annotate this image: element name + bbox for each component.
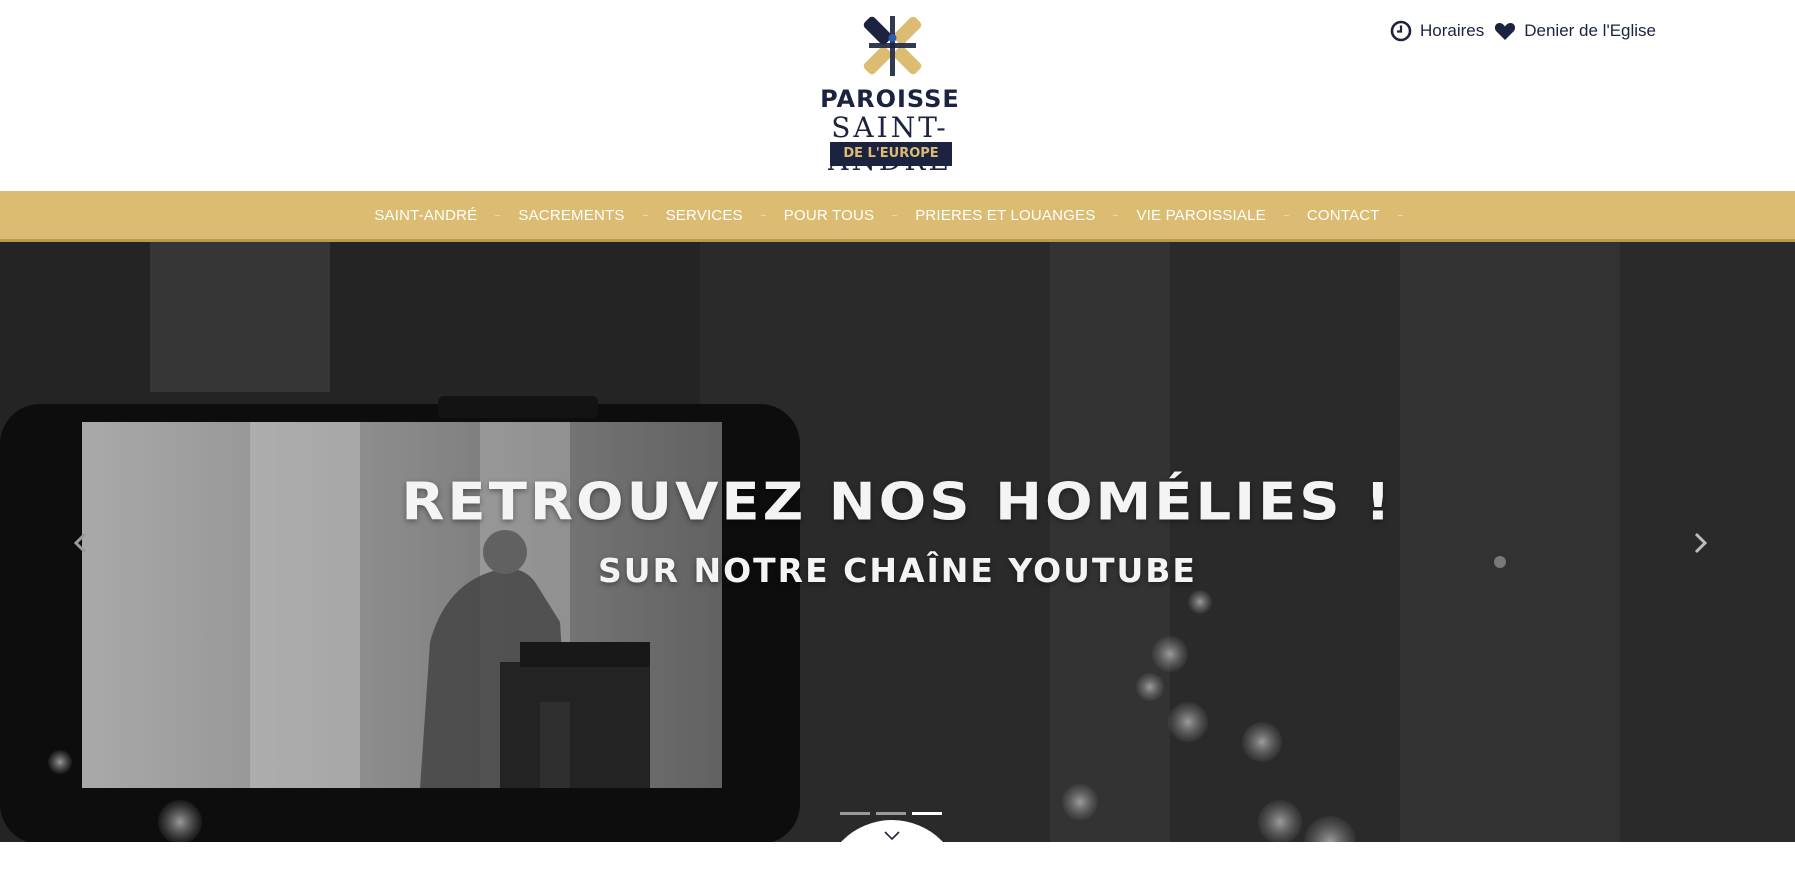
chevron-down-icon (884, 831, 900, 841)
nav-item-prieres-et-louanges[interactable]: PRIERES ET LOUANGES (915, 207, 1136, 224)
hero-subtitle: SUR NOTRE CHAÎNE YOUTUBE (598, 551, 1197, 590)
denier-label: Denier de l'Eglise (1524, 21, 1657, 40)
slide-indicator[interactable] (840, 812, 870, 815)
hero-background-image (0, 242, 1795, 842)
parish-logo[interactable]: PAROISSE SAINT-ANDRÉ DE L'EUROPE (770, 8, 1010, 177)
site-header: PAROISSE SAINT-ANDRÉ DE L'EUROPE Horaire… (0, 0, 1795, 191)
nav-label: PRIERES ET LOUANGES (915, 206, 1096, 224)
hero-title: RETROUVEZ NOS HOMÉLIES ! (401, 472, 1394, 533)
nav-label: SAINT-ANDRÉ (374, 206, 478, 224)
nav-separator (642, 214, 648, 216)
nav-separator (495, 214, 501, 216)
chevron-right-icon[interactable] (1685, 528, 1715, 558)
slide-indicator-active[interactable] (912, 812, 942, 815)
nav-separator (1397, 214, 1403, 216)
nav-label: VIE PAROISSIALE (1136, 206, 1266, 224)
nav-item-vie-paroissiale[interactable]: VIE PAROISSIALE (1136, 207, 1306, 224)
nav-separator (1283, 214, 1289, 216)
horaires-label: Horaires (1420, 21, 1485, 40)
nav-item-saint-andre[interactable]: SAINT-ANDRÉ (374, 207, 518, 224)
nav-label: SERVICES (665, 206, 743, 224)
nav-separator (1113, 214, 1119, 216)
heart-icon (1495, 23, 1516, 40)
nav-separator (760, 214, 766, 216)
nav-item-contact[interactable]: CONTACT (1307, 207, 1421, 224)
nav-label: SACREMENTS (518, 206, 625, 224)
logo-text-paroisse: PAROISSE (820, 85, 960, 113)
slide-indicators (840, 812, 942, 815)
nav-item-services[interactable]: SERVICES (666, 207, 784, 224)
nav-label: CONTACT (1306, 206, 1380, 224)
logo-text-de-leurope: DE L'EUROPE (830, 142, 952, 166)
slide-indicator[interactable] (876, 812, 906, 815)
horaires-link[interactable]: Horaires (1390, 20, 1484, 42)
page-content-start (0, 842, 1795, 881)
chevron-left-icon[interactable] (66, 528, 96, 558)
hero-slider: RETROUVEZ NOS HOMÉLIES ! SUR NOTRE CHAÎN… (0, 242, 1795, 842)
main-nav: SAINT-ANDRÉ SACREMENTS SERVICES POUR TOU… (0, 191, 1795, 242)
denier-link[interactable]: Denier de l'Eglise (1494, 21, 1656, 41)
cross-logo-icon (863, 16, 922, 76)
nav-separator (892, 214, 898, 216)
top-links: Horaires Denier de l'Eglise (1390, 20, 1656, 42)
nav-label: POUR TOUS (783, 206, 875, 224)
nav-item-sacrements[interactable]: SACREMENTS (518, 207, 665, 224)
nav-item-pour-tous[interactable]: POUR TOUS (784, 207, 915, 224)
clock-icon (1390, 20, 1412, 42)
